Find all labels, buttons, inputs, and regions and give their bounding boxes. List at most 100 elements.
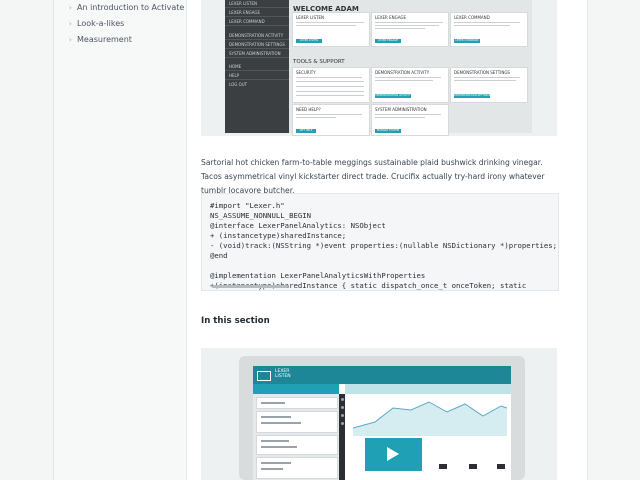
code-line: @interface LexerPanelAnalytics: NSObject — [210, 221, 386, 230]
app-nav-item: DEMONSTRATION ACTIVITY — [229, 33, 284, 38]
preview-bar — [261, 422, 301, 424]
app-card: LEXER ENGAGE LEXER ENGAGE — [371, 12, 449, 47]
nav-divider — [225, 48, 289, 49]
sidebar-item-label: An introduction to Activate — [77, 3, 185, 12]
app-nav-item: LEXER ENGAGE — [229, 10, 260, 15]
graph-area — [353, 402, 507, 436]
app-card: DEMONSTRATION SETTINGS DEMONSTRATION SET… — [450, 67, 528, 103]
card-text-line — [296, 91, 364, 92]
card-title: SECURITY — [296, 70, 316, 75]
card-text-line — [375, 80, 433, 81]
card-text-line — [454, 77, 520, 78]
nav-divider — [225, 57, 289, 58]
preview-app-header: LEXER LISTEN — [253, 366, 511, 384]
nav-divider — [225, 25, 289, 26]
preview-bar — [261, 468, 283, 470]
card-title: DEMONSTRATION SETTINGS — [454, 70, 510, 75]
laptop-screen: LEXER LISTEN — [253, 366, 511, 480]
card-text-line — [296, 25, 356, 26]
nav-divider — [225, 79, 289, 80]
card-text-line — [296, 81, 364, 82]
code-line: #import "Lexer.h" — [210, 201, 285, 210]
sidebar-item-intro-activate[interactable]: › An introduction to Activate — [69, 3, 184, 12]
app-nav-panel: LEXER LISTEN LEXER ENGAGE LEXER COMMAND … — [225, 0, 289, 133]
app-nav-item: LEXER LISTEN — [229, 1, 257, 6]
rail-dot — [340, 422, 344, 425]
code-line: @end — [210, 251, 228, 260]
card-text-line — [375, 22, 443, 23]
chevron-right-icon: › — [69, 36, 72, 44]
app-card: SYSTEM ADMINISTRATION MANAGE SYSTEM — [371, 104, 449, 136]
app-card: NEED HELP? GET HELP — [292, 104, 370, 136]
app-card: LEXER COMMAND LEXER COMMAND — [450, 12, 528, 47]
card-text-line — [296, 114, 362, 115]
card-title: DEMONSTRATION ACTIVITY — [375, 70, 430, 75]
app-nav-item: LOG OUT — [229, 82, 248, 87]
preview-bar — [261, 446, 297, 448]
app-nav-item: DEMONSTRATION SETTINGS — [229, 42, 285, 47]
sidebar-item-look-a-likes[interactable]: › Look-a-likes — [69, 19, 124, 28]
preview-left-panel — [253, 394, 339, 480]
code-line: NS_ASSUME_NONNULL_BEGIN — [210, 211, 312, 220]
app-screenshot: LEXER LISTEN LEXER ENGAGE LEXER COMMAND … — [225, 0, 532, 136]
card-text-line — [296, 77, 362, 78]
card-text-line — [296, 86, 364, 87]
app-nav-item: LEXER COMMAND — [229, 19, 265, 24]
code-block: #import "Lexer.h" NS_ASSUME_NONNULL_BEGI… — [201, 193, 559, 291]
preview-box — [256, 457, 338, 479]
app-nav-item: SYSTEM ADMINISTRATION — [229, 51, 281, 56]
code-line: @implementation LexerPanelAnalyticsWithP… — [210, 271, 426, 280]
card-text-line — [375, 117, 425, 118]
code-horizontal-scrollbar[interactable] — [208, 285, 548, 288]
card-button: LEXER COMMAND — [454, 39, 480, 43]
app-card: SECURITY — [292, 67, 370, 103]
preview-tab-bar — [345, 384, 511, 394]
card-title: NEED HELP? — [296, 107, 321, 112]
rail-dot — [340, 398, 344, 401]
card-text-line — [375, 114, 441, 115]
preview-app-title: LEXER LISTEN — [275, 369, 291, 379]
preview-stat-block — [439, 464, 447, 469]
card-text-line — [375, 25, 439, 26]
section-heading: In this section — [201, 316, 270, 326]
nav-divider — [225, 7, 289, 8]
card-text-line — [375, 28, 425, 29]
code-line: - (void)track:(NSString *)event properti… — [210, 241, 558, 250]
card-title: LEXER ENGAGE — [375, 15, 406, 20]
app-card: DEMONSTRATION ACTIVITY DEMONSTRATION ACT… — [371, 67, 449, 103]
sidebar-item-label: Measurement — [77, 35, 132, 44]
card-title: LEXER COMMAND — [454, 15, 490, 20]
card-button: LEXER ENGAGE — [375, 39, 401, 43]
card-text-line — [296, 95, 364, 96]
app-main-panel: WELCOME ADAM LEXER LISTEN LEXER LISTEN L… — [289, 0, 532, 136]
card-text-line — [296, 22, 364, 23]
app-screenshot-frame: LEXER LISTEN LEXER ENGAGE LEXER COMMAND … — [201, 0, 557, 136]
play-icon[interactable] — [387, 447, 399, 461]
card-button: DEMONSTRATION ACTIVITY — [375, 94, 411, 98]
preview-stat-block — [497, 464, 505, 469]
rail-dot — [340, 414, 344, 417]
lexer-logo-icon — [257, 371, 271, 381]
card-button: MANAGE SYSTEM — [375, 129, 401, 133]
article-content: LEXER LISTEN LEXER ENGAGE LEXER COMMAND … — [186, 0, 588, 480]
nav-divider — [225, 70, 289, 71]
card-button: DEMONSTRATION SETTINGS — [454, 94, 491, 98]
preview-bar — [261, 440, 289, 442]
card-text-line — [454, 22, 520, 23]
body-paragraph: Sartorial hot chicken farm-to-table megg… — [201, 158, 545, 195]
card-button: GET HELP — [296, 129, 316, 133]
nav-divider — [225, 16, 289, 17]
app-nav-item: HELP — [229, 73, 240, 78]
card-text-line — [454, 25, 510, 26]
video-player[interactable] — [365, 438, 422, 471]
scrollbar-thumb[interactable] — [212, 285, 288, 288]
sidebar-item-label: Look-a-likes — [77, 19, 125, 28]
app-card: LEXER LISTEN LEXER LISTEN — [292, 12, 370, 47]
nav-divider — [225, 39, 289, 40]
preview-tab-bar — [253, 384, 339, 394]
card-title: LEXER LISTEN — [296, 15, 324, 20]
preview-box — [256, 397, 338, 409]
preview-bar — [261, 416, 291, 418]
sidebar-item-measurement[interactable]: › Measurement — [69, 35, 132, 44]
app-nav-item: HOME — [229, 64, 242, 69]
